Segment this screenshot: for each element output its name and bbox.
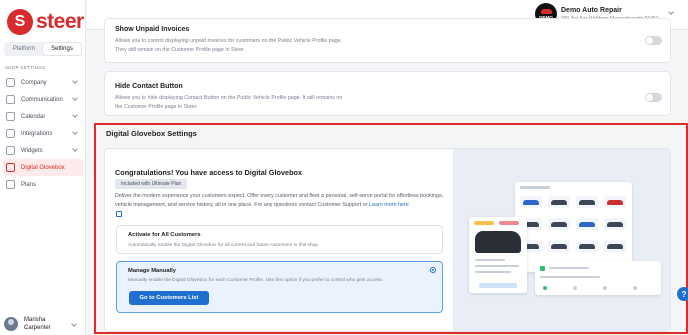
option-title: Activate for All Customers	[128, 232, 201, 238]
brand-name: steer	[36, 10, 84, 33]
mockup-step	[573, 286, 577, 290]
hide-contact-title: Hide Contact Button	[115, 83, 183, 90]
plans-icon	[6, 180, 15, 189]
glovebox-congrats: Congratulations! You have access to Digi…	[115, 168, 303, 177]
settings-nav: Company Communication Calendar Integrati…	[3, 74, 83, 193]
chevron-down-icon	[72, 112, 78, 118]
mockup-line	[475, 265, 519, 267]
unpaid-invoices-toggle[interactable]	[645, 36, 662, 45]
car-icon	[6, 163, 15, 172]
building-icon	[6, 78, 15, 87]
option-description: Manually enable the Digital Glovebox for…	[128, 278, 384, 283]
mockup-tag	[499, 221, 519, 225]
glovebox-section-title: Digital Glovebox Settings	[106, 129, 197, 138]
external-link-icon[interactable]	[116, 211, 122, 217]
glovebox-description: Deliver the modern experience your custo…	[115, 192, 445, 209]
vehicle-card-mockup	[469, 217, 527, 293]
mockup-line	[540, 276, 600, 278]
chevron-down-icon	[71, 321, 77, 327]
appointment-mockup	[535, 261, 661, 295]
user-menu[interactable]: Marisha Carpenter	[4, 316, 84, 332]
hide-contact-card: Hide Contact Button Allows you to hide d…	[104, 71, 671, 116]
platform-settings-switch: Platform Settings	[4, 42, 82, 56]
car-thumbnail	[548, 218, 570, 230]
option-description: Automatically enable the Digital Glovebo…	[128, 243, 320, 248]
car-thumbnail	[604, 218, 626, 230]
sidebar-item-label: Calendar	[21, 113, 46, 120]
car-thumbnail	[520, 196, 542, 208]
sidebar-item-label: Widgets	[21, 147, 43, 154]
megaphone-icon	[6, 95, 15, 104]
unpaid-invoices-title: Show Unpaid Invoices	[115, 26, 190, 33]
mockup-bar	[520, 186, 550, 189]
radio-selected-icon[interactable]	[430, 267, 436, 273]
sidebar-item-company[interactable]: Company	[3, 74, 83, 91]
glovebox-illustration	[453, 149, 670, 331]
tab-platform[interactable]: Platform	[5, 43, 43, 55]
learn-more-link[interactable]: Learn more here	[369, 202, 409, 208]
plan-badge: Included with Ultimate Plan	[115, 179, 188, 189]
go-to-customers-button[interactable]: Go to Customers List	[129, 291, 209, 305]
mockup-step	[603, 286, 607, 290]
sidebar: S steer Platform Settings SHOP SETTINGS …	[0, 0, 86, 335]
user-name: Marisha Carpenter	[24, 316, 51, 332]
option-title: Manage Manually	[128, 268, 176, 274]
car-thumbnail	[548, 240, 570, 252]
mockup-button	[479, 283, 517, 288]
mockup-line	[549, 267, 589, 269]
section-label: SHOP SETTINGS	[5, 65, 46, 70]
sidebar-item-label: Company	[21, 79, 47, 86]
chevron-down-icon[interactable]	[668, 9, 674, 15]
car-thumbnail	[604, 196, 626, 208]
calendar-icon	[6, 112, 15, 121]
sidebar-item-integrations[interactable]: Integrations	[3, 125, 83, 142]
car-thumbnail	[548, 196, 570, 208]
hide-contact-description: Allows you to hide displaying Contact Bu…	[115, 95, 343, 110]
car-thumbnail	[576, 196, 598, 208]
sidebar-item-communication[interactable]: Communication	[3, 91, 83, 108]
sidebar-item-calendar[interactable]: Calendar	[3, 108, 83, 125]
hide-contact-toggle[interactable]	[645, 93, 662, 102]
mockup-dot	[540, 266, 545, 271]
sidebar-item-label: Digital Glovebox	[21, 164, 65, 171]
option-activate-all[interactable]: Activate for All Customers Automatically…	[116, 225, 443, 254]
steer-logo-icon: S	[7, 9, 33, 35]
user-first-name: Marisha	[24, 317, 46, 323]
sidebar-item-label: Communication	[21, 96, 63, 103]
chevron-down-icon	[72, 95, 78, 101]
sidebar-item-label: Integrations	[21, 130, 53, 137]
sidebar-item-plans[interactable]: Plans	[3, 176, 83, 193]
help-button[interactable]: ?	[677, 287, 688, 301]
sidebar-item-widgets[interactable]: Widgets	[3, 142, 83, 159]
car-icon	[540, 8, 552, 14]
car-thumbnail	[576, 240, 598, 252]
user-last-name: Carpenter	[24, 325, 51, 331]
unpaid-invoices-card: Show Unpaid Invoices Allows you to contr…	[104, 18, 671, 63]
car-thumbnail	[576, 218, 598, 230]
mockup-line	[475, 259, 505, 261]
car-thumbnail	[604, 240, 626, 252]
sidebar-item-digital-glovebox[interactable]: Digital Glovebox	[3, 159, 83, 176]
sidebar-item-label: Plans	[21, 181, 37, 188]
mockup-tag	[474, 221, 494, 225]
chevron-down-icon	[72, 129, 78, 135]
vehicle-grid-mockup	[515, 182, 632, 272]
integrations-icon	[6, 129, 15, 138]
widgets-icon	[6, 146, 15, 155]
mockup-line	[475, 271, 511, 273]
mockup-step	[543, 286, 547, 290]
avatar	[4, 317, 18, 331]
chevron-down-icon	[72, 78, 78, 84]
glovebox-card: Congratulations! You have access to Digi…	[104, 148, 671, 332]
option-manage-manually[interactable]: Manage Manually Manually enable the Digi…	[116, 261, 443, 313]
unpaid-invoices-description: Allows you to control displaying unpaid …	[115, 38, 343, 53]
steer-logo[interactable]: S steer	[7, 9, 84, 35]
chevron-down-icon	[72, 146, 78, 152]
shop-name: Demo Auto Repair	[561, 6, 622, 14]
car-image	[475, 231, 521, 253]
mockup-step	[633, 286, 637, 290]
tab-settings[interactable]: Settings	[43, 43, 81, 55]
